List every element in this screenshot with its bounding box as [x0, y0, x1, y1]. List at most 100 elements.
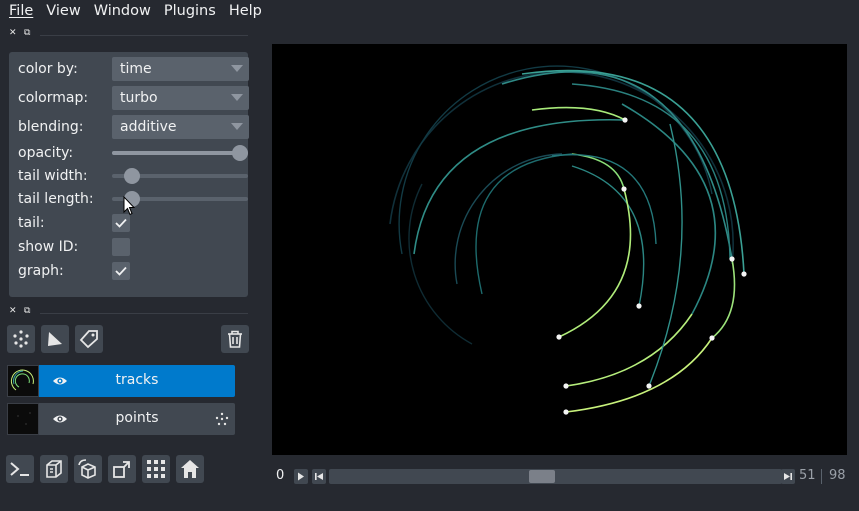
track-endpoint	[646, 383, 652, 389]
divider	[40, 35, 248, 36]
show-id-checkbox[interactable]	[112, 238, 130, 256]
track-points	[556, 117, 747, 415]
divider	[40, 313, 248, 314]
current-frame[interactable]: 51	[799, 468, 816, 483]
step-back-button[interactable]	[312, 469, 326, 484]
track-arc	[558, 188, 632, 338]
track-endpoint	[709, 335, 715, 341]
tail-label: tail:	[18, 215, 45, 231]
menu-file[interactable]: File	[0, 3, 33, 19]
menu-view[interactable]: View	[37, 3, 80, 19]
track-endpoint	[729, 256, 735, 262]
opacity-label: opacity:	[18, 145, 74, 161]
new-shapes-button[interactable]	[41, 325, 69, 353]
new-labels-button[interactable]	[75, 325, 103, 353]
track-arc	[501, 71, 733, 260]
float-icon[interactable]: ⧉	[24, 28, 30, 38]
console-button[interactable]	[6, 455, 34, 483]
layer-body: tracks	[39, 365, 235, 397]
transpose-icon	[113, 461, 130, 478]
color-by-row: color by: time	[18, 57, 249, 81]
step-forward-button[interactable]	[781, 469, 795, 484]
track-arc	[565, 337, 713, 413]
color-by-dropdown[interactable]: time	[112, 57, 249, 81]
play-icon	[298, 472, 304, 481]
play-button[interactable]	[294, 469, 308, 484]
track-endpoint	[556, 334, 562, 340]
dims-slider: 0 51 98	[272, 465, 847, 489]
opacity-row: opacity:	[18, 141, 248, 165]
grid-icon	[147, 460, 165, 478]
tail-checkbox[interactable]	[112, 214, 130, 232]
chevron-down-icon	[231, 94, 243, 101]
tail-width-row: tail width:	[18, 164, 248, 188]
layer-item-tracks[interactable]: tracks	[7, 365, 235, 397]
track-arc	[711, 258, 736, 339]
layer-controls-titlebar: ✕ ⧉	[0, 28, 248, 42]
close-icon[interactable]: ✕	[9, 28, 17, 38]
points-icon	[215, 412, 229, 426]
layer-name[interactable]: tracks	[39, 372, 235, 388]
track-endpoint	[622, 117, 628, 123]
blending-dropdown[interactable]: additive	[112, 115, 249, 139]
tracks-thumbnail-icon	[10, 369, 34, 391]
roll-button[interactable]	[74, 455, 102, 483]
menu-help[interactable]: Help	[220, 3, 262, 19]
delete-layer-button[interactable]	[221, 325, 249, 353]
track-arc	[408, 183, 473, 345]
track-arc	[648, 123, 683, 387]
frame-slider-track[interactable]	[329, 469, 782, 484]
grid-button[interactable]	[142, 455, 170, 483]
tracks-render	[389, 65, 747, 415]
total-frames: 98	[829, 468, 846, 483]
new-shapes-icon	[48, 332, 62, 346]
ndisplay-button[interactable]	[40, 455, 68, 483]
graph-checkbox[interactable]	[112, 262, 130, 280]
track-arc	[521, 69, 745, 275]
tail-length-label: tail length:	[18, 191, 94, 207]
colormap-row: colormap: turbo	[18, 86, 249, 110]
float-icon[interactable]: ⧉	[24, 306, 30, 316]
checkmark-icon	[115, 266, 127, 276]
ndisplay-icon	[46, 460, 62, 478]
show-id-row: show ID:	[18, 235, 239, 259]
tail-width-label: tail width:	[18, 168, 88, 184]
track-arc	[413, 118, 626, 255]
menu-plugins[interactable]: Plugins	[155, 3, 216, 19]
track-arc	[531, 106, 626, 121]
tail-width-slider[interactable]	[112, 168, 248, 184]
graph-row: graph:	[18, 259, 239, 283]
divider	[821, 469, 822, 484]
colormap-dropdown[interactable]: turbo	[112, 86, 249, 110]
layer-name[interactable]: points	[39, 410, 235, 426]
blending-label: blending:	[18, 119, 84, 135]
close-icon[interactable]: ✕	[9, 306, 17, 316]
delete-icon	[228, 330, 242, 348]
new-points-button[interactable]	[7, 325, 35, 353]
track-arc	[551, 154, 657, 245]
track-arc	[571, 165, 645, 307]
checkmark-icon	[115, 218, 127, 228]
opacity-slider[interactable]	[112, 145, 248, 161]
transpose-button[interactable]	[108, 455, 136, 483]
track-arc	[621, 103, 717, 315]
opacity-slider-handle[interactable]	[232, 145, 248, 161]
home-button[interactable]	[176, 455, 204, 483]
track-endpoint	[563, 409, 569, 415]
points-thumbnail-icon	[17, 412, 31, 425]
tail-width-slider-handle[interactable]	[124, 168, 141, 184]
frame-slider-handle[interactable]	[529, 470, 555, 483]
console-icon	[10, 462, 29, 476]
track-arc	[571, 153, 625, 190]
menu-window[interactable]: Window	[85, 3, 151, 19]
track-endpoint	[621, 186, 627, 192]
mouse-cursor-icon	[123, 196, 135, 216]
step-forward-icon	[784, 473, 792, 480]
home-icon	[181, 460, 199, 478]
step-back-icon	[315, 473, 323, 480]
viewer-canvas[interactable]	[272, 44, 847, 455]
track-arc	[565, 313, 693, 387]
layer-item-points[interactable]: points	[7, 403, 235, 435]
track-endpoint	[563, 383, 569, 389]
opacity-slider-fill	[112, 151, 248, 155]
